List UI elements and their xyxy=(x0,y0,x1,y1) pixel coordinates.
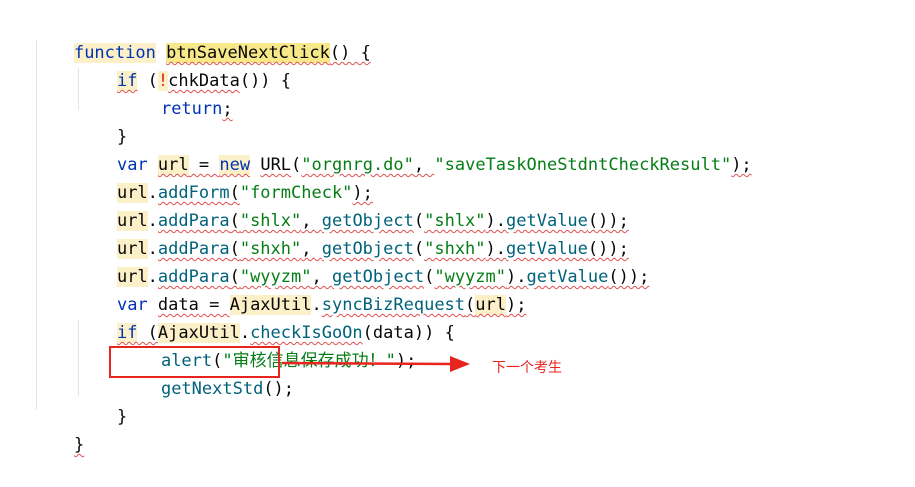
code-editor[interactable]: function btnSaveNextClick() { if (!chkDa… xyxy=(0,0,915,455)
code-line[interactable]: function btnSaveNextClick() { xyxy=(33,11,371,63)
code-token: ( xyxy=(465,295,476,315)
code-line[interactable]: var url = new URL("orgnrg.do", "saveTask… xyxy=(76,123,752,175)
code-token: () { xyxy=(329,43,371,63)
code-line[interactable]: } xyxy=(76,375,127,427)
code-line[interactable]: } xyxy=(76,95,127,147)
closing-brace: } xyxy=(116,407,128,427)
code-token: ); xyxy=(731,155,752,175)
method-call: getValue xyxy=(526,267,609,287)
keyword: return xyxy=(160,99,223,119)
indent-guide xyxy=(36,40,37,410)
code-line[interactable]: return; xyxy=(120,67,233,119)
code-token: ()); xyxy=(608,267,650,287)
string-literal: "saveTaskOneStdntCheckResult" xyxy=(434,155,732,175)
code-token: , xyxy=(413,155,435,175)
code-token: (); xyxy=(263,379,295,399)
code-line[interactable]: var data = AjaxUtil.syncBizRequest(url); xyxy=(76,263,526,315)
annotation-label: 下一个考生 xyxy=(492,360,562,376)
code-line[interactable]: if (!chkData()) { xyxy=(76,39,291,91)
code-line[interactable]: url.addForm("formCheck"); xyxy=(76,151,373,203)
code-line[interactable]: } xyxy=(33,403,84,455)
code-line[interactable]: url.addPara("shlx", getObject("shlx").ge… xyxy=(76,179,629,231)
code-line[interactable]: if (AjaxUtil.checkIsGoOn(data)) { xyxy=(76,291,455,343)
arrow-right-icon xyxy=(281,356,470,372)
closing-brace: } xyxy=(73,435,85,455)
code-line[interactable]: url.addPara("wyyzm", getObject("wyyzm").… xyxy=(76,235,649,287)
function-call: getNextStd xyxy=(160,379,264,399)
highlight-box xyxy=(109,346,280,378)
code-token: ; xyxy=(222,99,233,119)
code-line[interactable]: alert("审核信息保存成功！"); xyxy=(120,319,416,371)
code-line[interactable]: url.addPara("shxh", getObject("shxh").ge… xyxy=(76,207,629,259)
variable: url xyxy=(475,295,506,315)
code-token: ()) { xyxy=(239,71,292,91)
code-token: ); xyxy=(506,295,527,315)
code-token: )) { xyxy=(413,323,455,343)
